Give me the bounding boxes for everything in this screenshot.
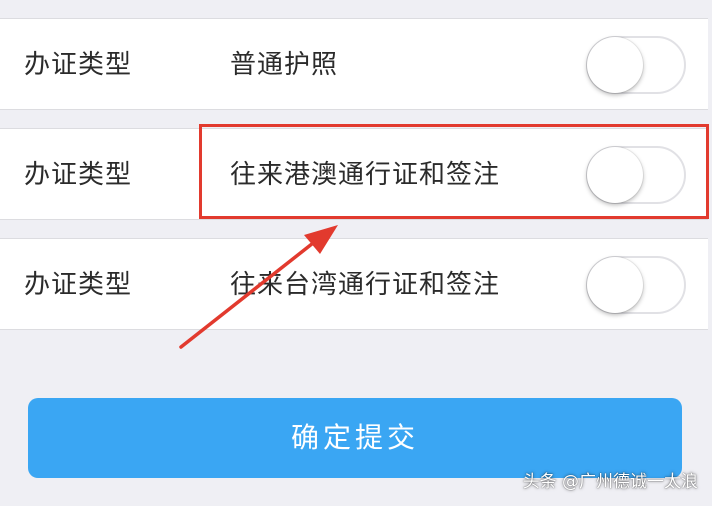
toggle-knob bbox=[587, 147, 643, 203]
form-row-taiwan-permit[interactable]: 办证类型 往来台湾通行证和签注 bbox=[0, 238, 708, 330]
toggle-knob bbox=[587, 257, 643, 313]
row-value: 往来台湾通行证和签注 bbox=[230, 270, 501, 300]
toggle-knob bbox=[587, 37, 643, 93]
ordinary-passport-toggle[interactable] bbox=[586, 36, 686, 94]
submit-button[interactable]: 确定提交 bbox=[28, 398, 682, 478]
watermark: 头条 @广州德诚一太浪 bbox=[522, 472, 698, 492]
row-value: 普通护照 bbox=[230, 50, 339, 80]
row-value: 往来港澳通行证和签注 bbox=[230, 160, 501, 190]
taiwan-permit-toggle[interactable] bbox=[586, 256, 686, 314]
row-label: 办证类型 bbox=[24, 270, 133, 300]
row-label: 办证类型 bbox=[24, 50, 133, 80]
page: 办证类型 普通护照 办证类型 往来港澳通行证和签注 办证类型 往来台湾通行证和签… bbox=[0, 0, 712, 506]
top-strip bbox=[0, 0, 712, 18]
row-label: 办证类型 bbox=[24, 160, 133, 190]
hk-macau-permit-toggle[interactable] bbox=[586, 146, 686, 204]
form-row-ordinary-passport[interactable]: 办证类型 普通护照 bbox=[0, 18, 708, 110]
form-row-hk-macau-permit[interactable]: 办证类型 往来港澳通行证和签注 bbox=[0, 128, 708, 220]
